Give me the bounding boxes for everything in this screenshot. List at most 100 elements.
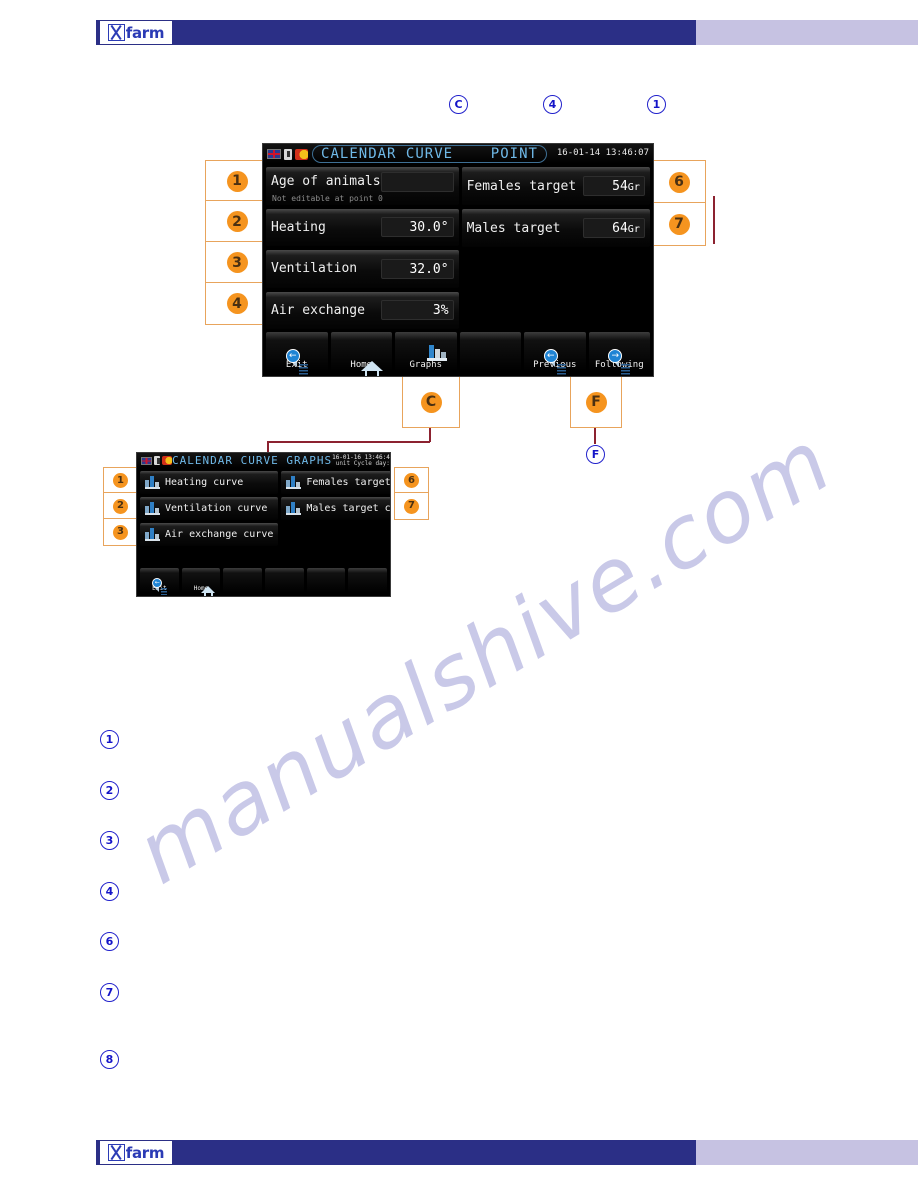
graphs-toolbar-button-5[interactable] bbox=[306, 568, 346, 593]
graphs-callout-box-2: 2 bbox=[103, 492, 138, 520]
graphs-callout-dot-6: 6 bbox=[404, 473, 419, 488]
callout-dot-6: 6 bbox=[668, 171, 690, 193]
point-screen-statusbar: CALENDAR CURVE POINT 16-01-14 13:46:07 bbox=[263, 144, 653, 164]
callout-dot-7: 7 bbox=[668, 213, 690, 235]
row-heating-label: Heating bbox=[271, 219, 326, 235]
toolbar-button-graphs-label: Graphs bbox=[409, 360, 442, 370]
bar-chart-icon bbox=[145, 528, 160, 541]
header-bar-light bbox=[696, 20, 918, 45]
point-screen-left-column: Age of animals Not editable at point 0 H… bbox=[266, 167, 459, 329]
desc-ref-3: 3 bbox=[100, 831, 119, 850]
desc-ref-4: 4 bbox=[100, 881, 119, 901]
toolbar-button-home[interactable]: Home bbox=[330, 332, 392, 376]
alarm-icon[interactable] bbox=[295, 148, 308, 160]
row-air-exchange[interactable]: Air exchange 3% bbox=[266, 291, 459, 329]
graphs-toolbar-button-3[interactable] bbox=[223, 568, 263, 593]
footer-bar-dark bbox=[96, 1140, 696, 1165]
graphs-callout-box-3: 3 bbox=[103, 518, 138, 546]
desc-ref-8: 8 bbox=[100, 1050, 119, 1069]
header-bar-dark bbox=[96, 20, 696, 45]
ref-marker-c-top: C bbox=[449, 95, 468, 114]
alarm-icon[interactable] bbox=[162, 456, 172, 465]
callout-dot-3: 3 bbox=[226, 252, 248, 273]
graphs-screen-toolbar: ← Exit Home bbox=[140, 568, 388, 596]
row-air-exchange-curve[interactable]: Air exchange curve bbox=[140, 523, 279, 546]
desc-ref-2: 2 bbox=[100, 780, 119, 800]
toolbar-button-previous[interactable]: ← Previous bbox=[524, 332, 586, 375]
row-age-of-animals-value[interactable] bbox=[380, 171, 454, 192]
row-males-target-number: 64 bbox=[612, 221, 628, 236]
brand-logo-footer: farm bbox=[100, 1141, 172, 1164]
desc-ref-6: 6 bbox=[100, 932, 119, 951]
toolbar-button-following[interactable]: → Following bbox=[588, 332, 650, 375]
row-ventilation-curve[interactable]: Ventilation curve bbox=[140, 497, 279, 520]
row-air-exchange-value[interactable]: 3% bbox=[380, 300, 454, 321]
row-ventilation-value[interactable]: 32.0° bbox=[380, 258, 454, 279]
connector-c-down bbox=[429, 426, 431, 442]
callout-dot-4: 4 bbox=[226, 293, 248, 314]
graphs-toolbar-button-home[interactable]: Home bbox=[181, 568, 221, 596]
point-screen-title: CALENDAR CURVE POINT bbox=[308, 145, 551, 163]
graphs-callout-box-6: 6 bbox=[394, 467, 429, 494]
row-males-target-value[interactable]: 64Gr bbox=[583, 218, 645, 238]
row-age-of-animals-subtext: Not editable at point 0 bbox=[272, 193, 383, 203]
row-ventilation-label: Ventilation bbox=[271, 261, 358, 277]
desc-ref-7: 7 bbox=[100, 982, 119, 1002]
point-screen-status-icons bbox=[263, 148, 308, 160]
graphs-toolbar-button-exit[interactable]: ← Exit bbox=[140, 568, 179, 595]
uk-flag-icon[interactable] bbox=[141, 456, 152, 465]
row-heating-curve[interactable]: Heating curve bbox=[140, 471, 279, 494]
row-males-target[interactable]: Males target 64Gr bbox=[461, 209, 650, 247]
usb-icon bbox=[154, 456, 160, 465]
row-age-of-animals[interactable]: Age of animals Not editable at point 0 bbox=[266, 167, 459, 205]
graphs-callout-dot-2: 2 bbox=[113, 498, 128, 514]
graphs-screen-clock-sub: unit Cycle day:2 bbox=[335, 460, 391, 467]
page-header-bar: farm bbox=[96, 20, 918, 45]
row-males-target-curve-label: Males target curve bbox=[306, 503, 391, 514]
row-heating[interactable]: Heating 30.0° bbox=[266, 208, 459, 246]
point-screen-title-main: CALENDAR CURVE bbox=[321, 146, 454, 162]
point-screen-clock: 16-01-14 13:46:07 bbox=[556, 148, 649, 159]
x-logo-icon bbox=[107, 1144, 125, 1161]
callout-box-3: 3 bbox=[205, 241, 269, 284]
row-ventilation-curve-label: Ventilation curve bbox=[165, 503, 268, 514]
toolbar-button-exit[interactable]: ← Exit bbox=[266, 332, 328, 375]
row-heating-curve-label: Heating curve bbox=[165, 477, 244, 488]
connector-f-down bbox=[594, 426, 596, 444]
point-screen-title-pill: CALENDAR CURVE POINT bbox=[312, 145, 547, 163]
calendar-curve-graphs-screen: CALENDAR CURVE GRAPHS 16-01-16 13:46:47 … bbox=[136, 452, 391, 597]
row-age-of-animals-label: Age of animals bbox=[271, 174, 381, 190]
toolbar-button-following-label: Following bbox=[594, 360, 644, 370]
row-ventilation[interactable]: Ventilation 32.0° bbox=[266, 250, 459, 288]
callout-box-7: 7 bbox=[652, 202, 706, 246]
point-screen-toolbar: ← Exit Home Graphs ← Previous bbox=[266, 332, 650, 376]
point-screen-right-column: Females target 54Gr Males target 64Gr bbox=[461, 167, 650, 329]
row-females-target-number: 54 bbox=[612, 179, 628, 194]
uk-flag-icon[interactable] bbox=[267, 149, 281, 159]
row-females-target[interactable]: Females target 54Gr bbox=[461, 167, 650, 205]
callout-box-6: 6 bbox=[652, 160, 706, 204]
usb-icon bbox=[284, 148, 292, 160]
callout-dot-2: 2 bbox=[226, 211, 248, 232]
callout-box-2: 2 bbox=[205, 200, 269, 243]
row-males-target-unit: Gr bbox=[627, 224, 640, 235]
graphs-toolbar-button-6[interactable] bbox=[348, 568, 388, 593]
row-males-target-curve[interactable]: Males target curve bbox=[281, 497, 391, 520]
callout-box-4: 4 bbox=[205, 282, 269, 325]
graphs-screen-status-icons bbox=[137, 456, 172, 465]
brand-logo-word: farm bbox=[125, 23, 165, 42]
graphs-screen-right-column: Females target curve Males target curve bbox=[281, 471, 391, 560]
graphs-screen-body: Heating curve Ventilation curve Air exch… bbox=[137, 468, 390, 563]
point-screen-title-sub: POINT bbox=[490, 146, 538, 162]
row-females-target-label: Females target bbox=[466, 178, 577, 194]
toolbar-button-graphs[interactable]: Graphs bbox=[395, 332, 457, 372]
flow-dot-c: C bbox=[420, 391, 442, 413]
row-females-target-value[interactable]: 54Gr bbox=[583, 176, 645, 196]
footer-bar-light bbox=[696, 1140, 918, 1165]
row-females-target-curve[interactable]: Females target curve bbox=[281, 471, 390, 494]
row-heating-value[interactable]: 30.0° bbox=[380, 217, 454, 238]
flow-box-f: F bbox=[570, 376, 622, 428]
graphs-toolbar-button-4[interactable] bbox=[265, 568, 304, 593]
toolbar-button-empty[interactable] bbox=[459, 332, 521, 372]
bar-chart-icon bbox=[286, 502, 302, 515]
